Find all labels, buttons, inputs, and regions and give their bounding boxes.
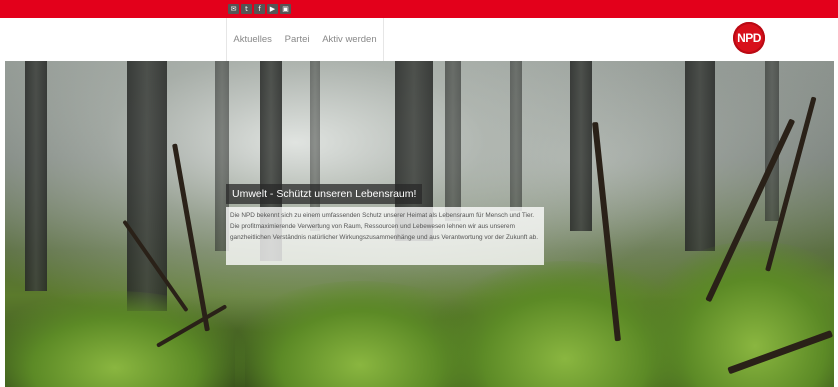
video-icon[interactable]: ▣ — [280, 4, 291, 14]
hero-headline[interactable]: Umwelt - Schützt unseren Lebensraum! — [226, 184, 423, 204]
tree-trunk — [685, 61, 715, 251]
twitter-icon[interactable]: t — [241, 4, 252, 14]
main-navigation: Aktuelles Partei Aktiv werden — [0, 18, 838, 61]
youtube-icon[interactable]: ▶ — [267, 4, 278, 14]
fern — [5, 291, 245, 387]
mail-icon[interactable]: ✉ — [228, 4, 239, 14]
tree-trunk — [445, 61, 461, 221]
nav-menu: Aktuelles Partei Aktiv werden — [226, 18, 384, 61]
facebook-icon[interactable]: f — [254, 4, 265, 14]
npd-logo[interactable]: NPD — [733, 22, 765, 54]
social-icons: ✉ t f ▶ ▣ — [228, 4, 291, 14]
tree-trunk — [510, 61, 522, 211]
tree-trunk — [765, 61, 779, 221]
nav-item-aktiv-werden[interactable]: Aktiv werden — [318, 34, 380, 45]
top-red-bar: ✉ t f ▶ ▣ — [0, 0, 838, 18]
nav-item-partei[interactable]: Partei — [281, 34, 314, 45]
tree-trunk — [570, 61, 592, 231]
tree-trunk — [310, 61, 320, 231]
nav-item-aktuelles[interactable]: Aktuelles — [229, 34, 276, 45]
tree-trunk — [25, 61, 47, 291]
hero-text: Die NPD bekennt sich zu einem umfassende… — [226, 207, 544, 265]
